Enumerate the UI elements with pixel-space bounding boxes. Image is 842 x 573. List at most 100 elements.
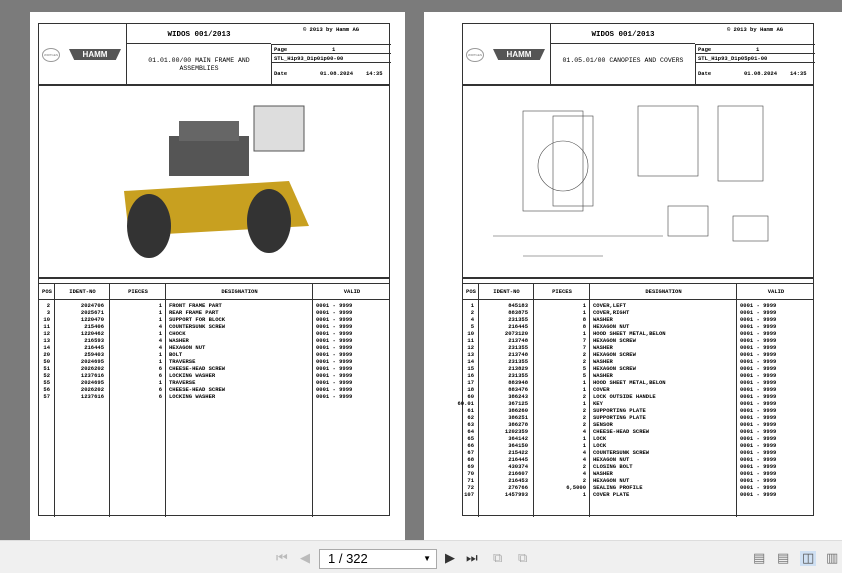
valid-cell: 0001 - 9999 — [740, 309, 777, 316]
pieces-cell: 4 — [582, 470, 586, 477]
ident-cell: 364142 — [508, 435, 528, 442]
pos-cell: 50 — [43, 358, 50, 365]
pos-cell: 63 — [467, 421, 474, 428]
col-pieces: PIECES — [552, 288, 572, 295]
designation-cell: CHEESE-HEAD SCREW — [169, 386, 226, 393]
date: 01.08.2024 — [744, 70, 778, 77]
table-row: 50 2024695 1 TRAVERSE 0001 - 9999 — [39, 358, 389, 365]
designation-cell: FRONT FRAME PART — [169, 302, 222, 309]
valid-cell: 0001 - 9999 — [740, 484, 777, 491]
ident-cell: 2026202 — [80, 386, 104, 393]
designation-cell: WASHER — [593, 316, 613, 323]
table-row: 64 1202359 4 CHEESE-HEAD SCREW 0001 - 99… — [463, 428, 813, 435]
designation-cell: COUNTERSUNK SCREW — [593, 449, 650, 456]
pieces-cell: 2 — [582, 463, 586, 470]
pieces-cell: 6 — [158, 386, 162, 393]
sheet-header: WIRTGEN HAMM WIDOS 001/2013 © 2013 by Ha… — [39, 24, 391, 86]
valid-cell: 0001 - 9999 — [740, 435, 777, 442]
pieces-cell: 1 — [582, 386, 586, 393]
designation-cell: LOCK — [593, 435, 607, 442]
parts-table: POS IDENT-NO PIECES DESIGNATION VALID 1 … — [457, 283, 813, 517]
pos-cell: 13 — [467, 351, 474, 358]
table-row: 12 1220462 1 CHOCK 0001 - 9999 — [39, 330, 389, 337]
pieces-cell: 1 — [158, 309, 162, 316]
valid-cell: 0001 - 9999 — [316, 316, 353, 323]
first-page-icon[interactable]: ⏮ — [276, 551, 288, 566]
copyright: © 2013 by Hamm AG — [726, 26, 784, 33]
ident-cell: 1220462 — [80, 330, 104, 337]
pos-cell: 60 — [467, 393, 474, 400]
table-row: 72 276766 6,5000 SEALING PROFILE 0001 - … — [463, 484, 813, 491]
pos-cell: 4 — [470, 316, 474, 323]
pos-cell: 68 — [467, 456, 474, 463]
table-row: 12 231355 7 WASHER 0001 - 9999 — [463, 344, 813, 351]
designation-cell: HEXAGON SCREW — [593, 337, 636, 344]
continuous-icon[interactable]: ▤ — [777, 551, 789, 566]
col-pos: POS — [42, 288, 52, 295]
valid-cell: 0001 - 9999 — [740, 449, 777, 456]
ident-cell: 2024706 — [80, 302, 104, 309]
ident-cell: 845183 — [508, 302, 528, 309]
pos-cell: 65 — [467, 435, 474, 442]
pos-cell: 16 — [467, 372, 474, 379]
date: 01.08.2024 — [320, 70, 354, 77]
single-page-icon[interactable]: ▤ — [753, 551, 765, 566]
pos-cell: 52 — [43, 372, 50, 379]
ident-cell: 1237616 — [80, 393, 104, 400]
page-number-select[interactable]: 1 / 322 ▼ — [319, 549, 437, 569]
copyright: © 2013 by Hamm AG — [302, 26, 360, 33]
designation-cell: LOCKING WASHER — [169, 372, 216, 379]
designation-cell: HEXAGON NUT — [593, 456, 630, 463]
designation-cell: COVER PLATE — [593, 491, 630, 498]
two-page-icon[interactable]: ◫ — [800, 551, 817, 566]
valid-cell: 0001 - 9999 — [740, 344, 777, 351]
prev-page-icon[interactable]: ◀ — [300, 551, 310, 566]
ident-cell: 367125 — [508, 400, 528, 407]
col-valid: VALID — [767, 288, 785, 295]
pieces-cell: 4 — [158, 344, 162, 351]
valid-cell: 0001 - 9999 — [740, 470, 777, 477]
ident-cell: 430374 — [508, 463, 528, 470]
valid-cell: 0001 - 9999 — [740, 463, 777, 470]
last-page-icon[interactable]: ⏭ — [466, 551, 478, 566]
pieces-cell: 2 — [582, 407, 586, 414]
designation-cell: WASHER — [593, 344, 613, 351]
pieces-cell: 1 — [582, 302, 586, 309]
page-label: Page — [698, 46, 712, 53]
ident-cell: 1220470 — [80, 316, 104, 323]
table-row: 16 231355 5 WASHER 0001 - 9999 — [463, 372, 813, 379]
rotate-cw-icon[interactable]: ⧉ — [518, 551, 527, 566]
pieces-cell: 1 — [158, 330, 162, 337]
valid-cell: 0001 - 9999 — [740, 477, 777, 484]
table-row: 51 2026202 6 CHEESE-HEAD SCREW 0001 - 99… — [39, 365, 389, 372]
page-label: Page — [274, 46, 288, 53]
valid-cell: 0001 - 9999 — [740, 442, 777, 449]
pos-cell: 11 — [43, 323, 50, 330]
pieces-cell: 1 — [582, 379, 586, 386]
valid-cell: 0001 - 9999 — [740, 365, 777, 372]
rotate-ccw-icon[interactable]: ⧉ — [493, 551, 502, 566]
pieces-cell: 2 — [582, 351, 586, 358]
table-row: 57 1237616 6 LOCKING WASHER 0001 - 9999 — [39, 393, 389, 400]
pieces-cell: 1 — [158, 379, 162, 386]
table-row: 18 883476 1 COVER 0001 - 9999 — [463, 386, 813, 393]
ident-cell: 216593 — [84, 337, 104, 344]
valid-cell: 0001 - 9999 — [316, 330, 353, 337]
two-page-continuous-icon[interactable]: ▥ — [826, 551, 838, 566]
time: 14:35 — [366, 70, 383, 77]
ident-cell: 1457993 — [504, 491, 528, 498]
table-row: 107 1457993 1 COVER PLATE 0001 - 9999 — [463, 491, 813, 498]
designation-cell: HEXAGON SCREW — [593, 351, 636, 358]
designation-cell: SENSOR — [593, 421, 613, 428]
ident-cell: 883875 — [508, 309, 528, 316]
pos-cell: 51 — [43, 365, 50, 372]
table-row: 56 2026202 6 CHEESE-HEAD SCREW 0001 - 99… — [39, 386, 389, 393]
designation-cell: TRAVERSE — [169, 358, 196, 365]
table-row: 69 430374 2 CLOSING BOLT 0001 - 9999 — [463, 463, 813, 470]
next-page-icon[interactable]: ▶ — [445, 551, 455, 566]
ident-cell: 231355 — [508, 372, 528, 379]
ident-cell: 2026202 — [80, 365, 104, 372]
page-indicator: 1 / 322 — [328, 551, 368, 566]
parts-sheet: WIRTGEN HAMM WIDOS 001/2013 © 2013 by Ha… — [457, 23, 815, 517]
ident-cell: 386260 — [508, 407, 528, 414]
